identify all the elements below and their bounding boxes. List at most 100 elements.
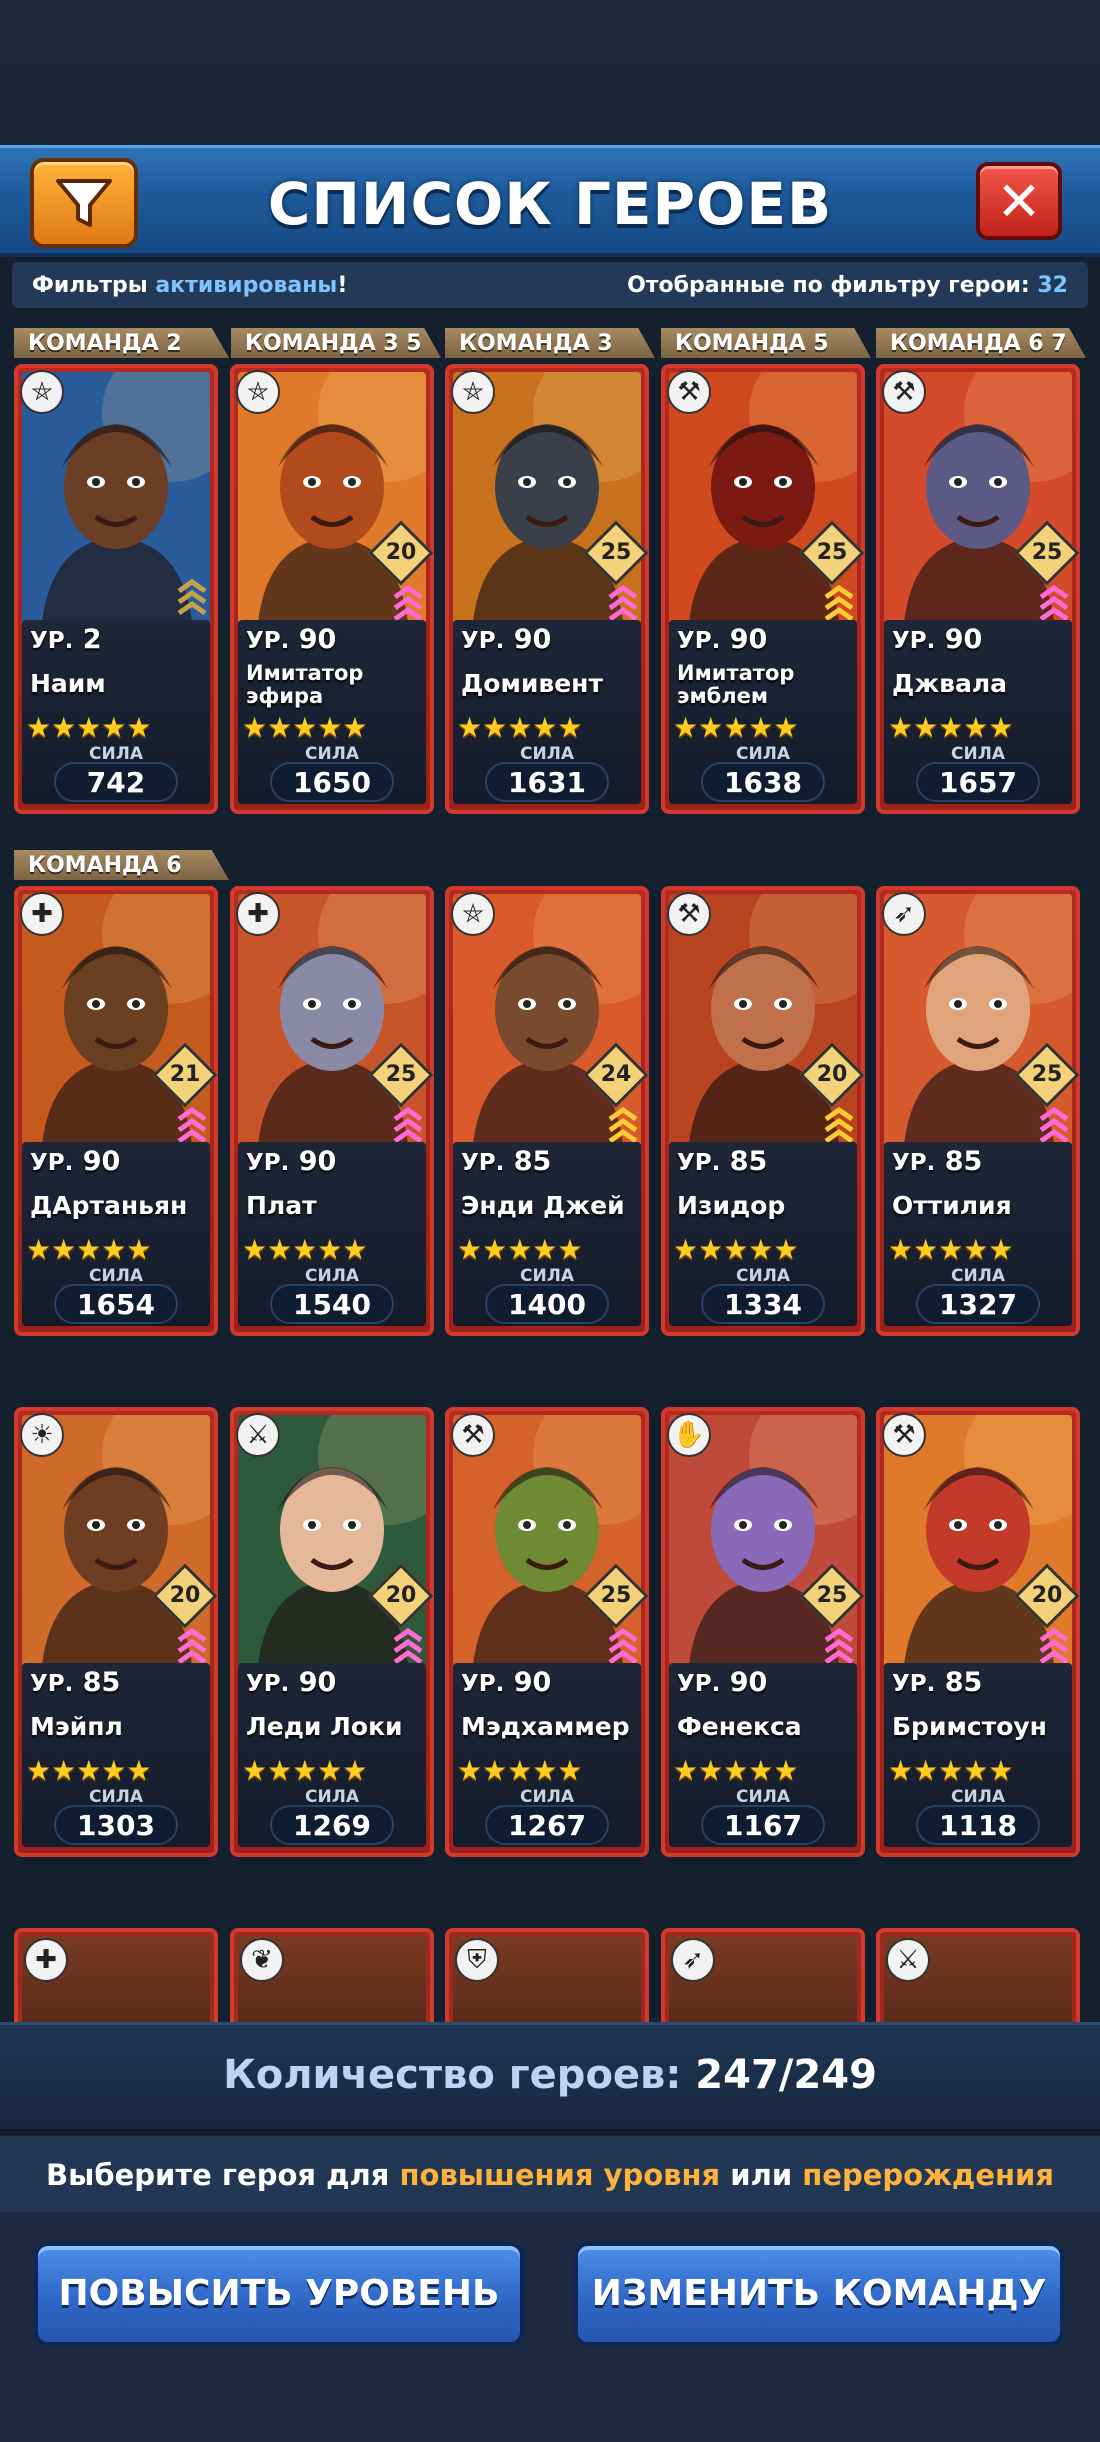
level-prefix: УР. — [461, 1671, 505, 1697]
rank-badge-number: 25 — [600, 1583, 632, 1608]
power-label: СИЛА — [305, 744, 359, 764]
level-value: 90 — [513, 624, 552, 655]
hero-card-partial[interactable]: ➶ — [661, 1928, 865, 2022]
power-label: СИЛА — [520, 1266, 574, 1286]
hero-card[interactable]: ⚒ 20 УР. 85 Бримстоун ★★★★★ СИЛА 1118 — [876, 1407, 1080, 1857]
rank-badge-number: 25 — [816, 540, 848, 565]
hero-level: УР. 90 — [677, 624, 767, 655]
hero-card-partial[interactable]: ⚔ — [876, 1928, 1080, 2022]
status-area — [0, 0, 1100, 145]
hero-card[interactable]: ⚔ 20 УР. 90 Леди Локи ★★★★★ СИЛА 1269 — [230, 1407, 434, 1857]
filter-status-suffix: ! — [337, 273, 348, 298]
power-label: СИЛА — [736, 1787, 790, 1807]
hero-name: ДАртаньян — [30, 1191, 188, 1220]
hero-level: УР. 90 — [892, 624, 982, 655]
hero-card[interactable]: ✋ 25 УР. 90 Фенекса ★★★★★ СИЛА 1167 — [661, 1407, 865, 1857]
hero-power: 1400 — [485, 1284, 609, 1324]
rank-badge-number: 21 — [169, 1062, 201, 1087]
pentagram-icon: ⛤ — [451, 892, 495, 936]
hero-card[interactable]: ⚒ 25 УР. 90 Джвала ★★★★★ СИЛА 1657 — [876, 364, 1080, 814]
hint-prefix: Выберите героя для — [46, 2158, 400, 2192]
level-prefix: УР. — [892, 1671, 936, 1697]
hero-stars: ★★★★★ — [242, 711, 368, 744]
level-value: 85 — [82, 1667, 121, 1698]
hero-name: Энди Джей — [461, 1191, 625, 1220]
level-prefix: УР. — [30, 628, 74, 654]
filtered-count-label: Отобранные по фильтру герои: — [627, 273, 1038, 298]
level-value: 90 — [298, 1667, 337, 1698]
level-prefix: УР. — [677, 628, 721, 654]
hero-card-partial[interactable]: ✚ — [14, 1928, 218, 2022]
hero-card[interactable]: ✚ 21 УР. 90 ДАртаньян ★★★★★ СИЛА 1654 — [14, 886, 218, 1336]
level-prefix: УР. — [677, 1150, 721, 1176]
hero-power: 1167 — [701, 1805, 825, 1845]
hero-card[interactable]: ➶ 25 УР. 85 Оттилия ★★★★★ СИЛА 1327 — [876, 886, 1080, 1336]
hero-level: УР. 90 — [461, 624, 551, 655]
level-value: 90 — [729, 624, 768, 655]
power-label: СИЛА — [951, 1787, 1005, 1807]
hero-card[interactable]: ✚ 25 УР. 90 Плат ★★★★★ СИЛА 1540 — [230, 886, 434, 1336]
level-prefix: УР. — [246, 1150, 290, 1176]
level-value: 85 — [944, 1667, 983, 1698]
level-value: 90 — [298, 1146, 337, 1177]
hero-count-label: Количество героев: — [223, 2052, 696, 2098]
change-team-button[interactable]: ИЗМЕНИТЬ КОМАНДУ — [574, 2242, 1064, 2346]
rank-badge-number: 20 — [385, 540, 417, 565]
power-label: СИЛА — [305, 1787, 359, 1807]
level-up-button[interactable]: ПОВЫСИТЬ УРОВЕНЬ — [34, 2242, 524, 2346]
team-tag: КОМАНДА 2 — [14, 328, 229, 358]
hero-level: УР. 90 — [246, 1146, 336, 1177]
hero-stars: ★★★★★ — [673, 711, 799, 744]
swords-icon: ⚔ — [886, 1938, 930, 1982]
hero-power: 1269 — [270, 1805, 394, 1845]
hero-power: 1334 — [701, 1284, 825, 1324]
level-prefix: УР. — [461, 1150, 505, 1176]
hero-level: УР. 2 — [30, 624, 102, 655]
hero-stars: ★★★★★ — [26, 1754, 152, 1787]
axe-icon: ⚒ — [882, 1413, 926, 1457]
leaf-icon: ❦ — [240, 1938, 284, 1982]
hero-level: УР. 90 — [246, 1667, 336, 1698]
filter-status: Фильтры активированы! — [32, 273, 347, 298]
rank-badge-number: 25 — [1031, 540, 1063, 565]
bow-icon: ➶ — [882, 892, 926, 936]
team-tag: КОМАНДА 3 5 — [231, 328, 441, 358]
axe-icon: ⚒ — [667, 370, 711, 414]
hero-card[interactable]: ⚒ 20 УР. 85 Изидор ★★★★★ СИЛА 1334 — [661, 886, 865, 1336]
rank-badge-number: 20 — [1031, 1583, 1063, 1608]
hero-level: УР. 90 — [30, 1146, 120, 1177]
hint-text: Выберите героя для повышения уровня или … — [0, 2158, 1100, 2192]
book-icon: ✚ — [236, 892, 280, 936]
rank-badge-number: 20 — [169, 1583, 201, 1608]
hero-card-partial[interactable]: ❦ — [230, 1928, 434, 2022]
hero-card[interactable]: ⛤ 25 УР. 90 Домивент ★★★★★ СИЛА 1631 — [445, 364, 649, 814]
hero-card-partial[interactable]: ⛨ — [445, 1928, 649, 2022]
hero-card[interactable]: ⛤ 20 УР. 90 Имитатор эфира ★★★★★ СИЛА 16… — [230, 364, 434, 814]
hero-card[interactable]: ⚒ 25 УР. 90 Имитатор эмблем ★★★★★ СИЛА 1… — [661, 364, 865, 814]
power-label: СИЛА — [951, 1266, 1005, 1286]
filtered-count-value: 32 — [1037, 273, 1068, 298]
level-value: 90 — [82, 1146, 121, 1177]
sun-icon: ☀ — [20, 1413, 64, 1457]
hero-level: УР. 85 — [461, 1146, 551, 1177]
power-label: СИЛА — [305, 1266, 359, 1286]
hero-card[interactable]: ⚒ 25 УР. 90 Мэдхаммер ★★★★★ СИЛА 1267 — [445, 1407, 649, 1857]
hero-card[interactable]: ⛤ УР. 2 Наим ★★★★★ СИЛА 742 — [14, 364, 218, 814]
close-button[interactable]: ✕ — [976, 162, 1062, 240]
power-label: СИЛА — [520, 1787, 574, 1807]
hero-level: УР. 85 — [892, 1146, 982, 1177]
hero-stars: ★★★★★ — [457, 1233, 583, 1266]
hero-stars: ★★★★★ — [457, 1754, 583, 1787]
hero-name: Наим — [30, 669, 106, 698]
pentagram-icon: ⛤ — [236, 370, 280, 414]
wizard-hat-icon: ⛤ — [20, 370, 64, 414]
hero-card[interactable]: ⛤ 24 УР. 85 Энди Джей ★★★★★ СИЛА 1400 — [445, 886, 649, 1336]
hero-name: Изидор — [677, 1191, 786, 1220]
hero-card[interactable]: ☀ 20 УР. 85 Мэйпл ★★★★★ СИЛА 1303 — [14, 1407, 218, 1857]
hero-power: 1650 — [270, 762, 394, 802]
power-label: СИЛА — [736, 744, 790, 764]
rank-badge-number: 25 — [1031, 1062, 1063, 1087]
hero-level: УР. 90 — [677, 1667, 767, 1698]
level-value: 90 — [513, 1667, 552, 1698]
hero-name: Имитатор эмблем — [677, 661, 795, 708]
